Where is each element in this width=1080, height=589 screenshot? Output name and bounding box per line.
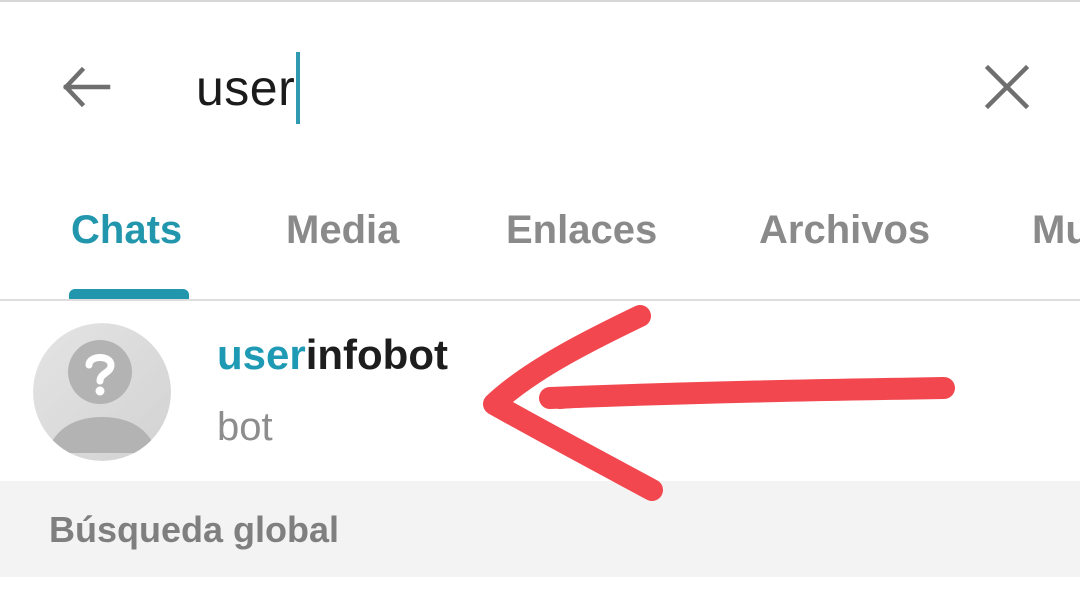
- result-subtitle: bot: [217, 405, 273, 449]
- result-title-rest: infobot: [305, 331, 448, 378]
- tab-archivos[interactable]: Archivos: [759, 208, 930, 253]
- unknown-user-icon: [33, 323, 171, 461]
- tab-enlaces[interactable]: Enlaces: [506, 208, 657, 253]
- search-screen: user Chats Media Enlaces Archivos Mu use…: [0, 0, 1080, 589]
- result-title: userinfobot: [217, 331, 448, 379]
- global-search-label: Búsqueda global: [49, 509, 340, 550]
- search-tabs: Chats Media Enlaces Archivos Mu: [0, 190, 1080, 300]
- back-button[interactable]: [52, 54, 118, 120]
- avatar: [33, 323, 171, 461]
- top-divider: [0, 0, 1080, 2]
- search-input[interactable]: user: [196, 48, 301, 128]
- text-caret: [296, 52, 301, 124]
- tab-music[interactable]: Mu: [1032, 208, 1080, 253]
- chat-result-row[interactable]: userinfobot bot: [0, 301, 1080, 481]
- result-title-match: user: [217, 331, 306, 378]
- search-query-text: user: [196, 60, 296, 116]
- close-icon: [984, 64, 1030, 110]
- tab-media[interactable]: Media: [286, 208, 399, 253]
- arrow-left-icon: [62, 66, 111, 108]
- clear-search-button[interactable]: [974, 54, 1040, 120]
- tab-chats[interactable]: Chats: [71, 208, 182, 253]
- global-search-header: Búsqueda global: [0, 481, 1080, 577]
